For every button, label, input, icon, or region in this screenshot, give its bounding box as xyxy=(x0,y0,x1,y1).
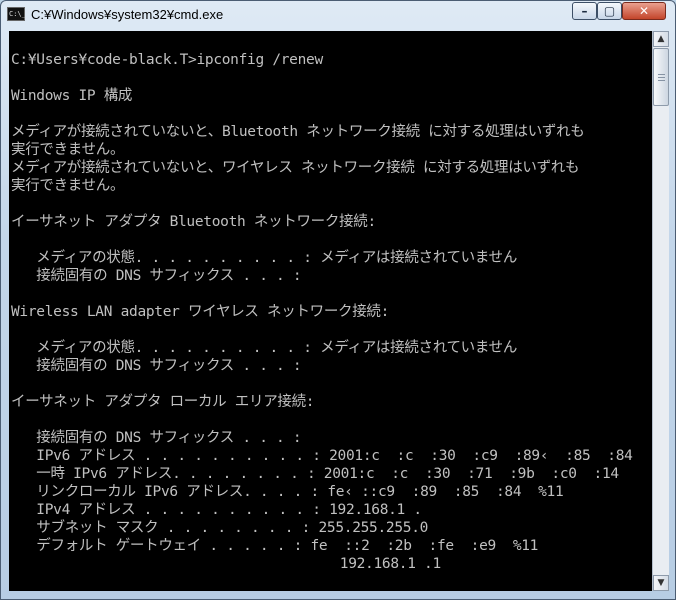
minimize-button[interactable]: – xyxy=(572,2,597,20)
scroll-thumb[interactable] xyxy=(653,48,669,106)
cmd-app-icon[interactable]: C:\_ xyxy=(7,7,26,21)
console-line: 接続固有の DNS サフィックス . . . : xyxy=(11,358,302,374)
console-output[interactable]: C:¥Users¥code-black.T>ipconfig /renew Win… xyxy=(9,31,652,591)
arrow-down-icon: ▼ xyxy=(657,578,665,588)
console-line: イーサネット アダプタ ローカル エリア接続: xyxy=(11,394,315,410)
console-line: Wireless LAN adapter ワイヤレス ネットワーク接続: xyxy=(11,304,390,320)
console-line: リンクローカル IPv6 アドレス. . . . : fe‹ ::c9 :89 … xyxy=(11,484,564,500)
console-line: メディアの状態. . . . . . . . . . : メディアは接続されてい… xyxy=(11,340,518,356)
console-line: デフォルト ゲートウェイ . . . . . : fe ::2 :2b :fe … xyxy=(11,538,539,554)
title-bar[interactable]: C:\_ C:¥Windows¥system32¥cmd.exe – ▢ ✕ xyxy=(1,1,675,31)
console-line: 接続固有の DNS サフィックス . . . : xyxy=(11,268,302,284)
grip-line xyxy=(658,80,665,81)
close-button[interactable]: ✕ xyxy=(622,2,666,20)
grip-line xyxy=(658,77,665,78)
console-line: メディアの状態. . . . . . . . . . : メディアは接続されてい… xyxy=(11,250,518,266)
console-line: 接続固有の DNS サフィックス . . . : xyxy=(11,430,302,446)
close-icon: ✕ xyxy=(638,4,650,18)
console-line: C:¥Users¥code-black.T>ipconfig /renew xyxy=(11,52,323,68)
maximize-button[interactable]: ▢ xyxy=(597,2,622,20)
console-line: イーサネット アダプタ Bluetooth ネットワーク接続: xyxy=(11,214,376,230)
console-line: 一時 IPv6 アドレス. . . . . . . . : 2001:c :c … xyxy=(11,466,619,482)
console-line: 実行できません。 xyxy=(11,178,125,194)
arrow-up-icon: ▲ xyxy=(657,34,665,44)
cmd-window: C:\_ C:¥Windows¥system32¥cmd.exe – ▢ ✕ C… xyxy=(0,0,676,600)
console-line: 実行できません。 xyxy=(11,142,125,158)
console-line: メディアが接続されていないと、Bluetooth ネットワーク接続 に対する処理… xyxy=(11,124,585,140)
window-title: C:¥Windows¥system32¥cmd.exe xyxy=(31,7,224,22)
console-line: IPv6 アドレス . . . . . . . . . . : 2001:c :… xyxy=(11,448,633,464)
minimize-icon: – xyxy=(581,4,588,18)
maximize-icon: ▢ xyxy=(603,4,616,18)
scroll-down-button[interactable]: ▼ xyxy=(653,575,669,591)
console-line: メディアが接続されていないと、ワイヤレス ネットワーク接続 に対する処理はいずれ… xyxy=(11,160,580,176)
console-line: 192.168.1 .1 xyxy=(11,556,441,572)
console-line: サブネット マスク . . . . . . . . : 255.255.255.… xyxy=(11,520,429,536)
grip-line xyxy=(658,74,665,75)
console-line: IPv4 アドレス . . . . . . . . . . : 192.168.… xyxy=(11,502,422,518)
scroll-up-button[interactable]: ▲ xyxy=(653,31,669,47)
console-line: Windows IP 構成 xyxy=(11,88,133,104)
vertical-scrollbar[interactable]: ▲ ▼ xyxy=(652,31,669,591)
